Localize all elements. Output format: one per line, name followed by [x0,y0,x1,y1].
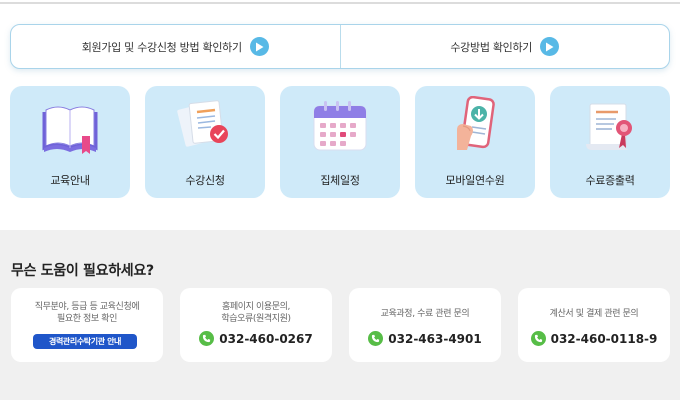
card-group-schedule[interactable]: 집체일정 [280,86,400,198]
card-course-registration[interactable]: 수강신청 [145,86,265,198]
card-label: 수료증출력 [585,174,635,187]
phone-number: 032-463-4901 [388,331,482,346]
certificate-icon [586,103,632,150]
help-desc: 교육과정, 수료 관련 문의 [355,308,495,320]
quick-menu: 교육안내 수강신청 집체일정 모바일연수원 수료증출력 [10,86,671,198]
help-desc: 홈페이지 이용문의, 학습오류(원격지원) [186,301,326,325]
help-desc-line: 계산서 및 결제 관련 문의 [549,309,639,319]
career-agency-guide-button[interactable]: 경력관리수탁기관 안내 [33,334,137,349]
help-card-info: 직무분야, 등급 등 교육신청에 필요한 정보 확인 경력관리수탁기관 안내 [11,288,163,362]
help-section: 무슨 도움이 필요하세요? 직무분야, 등급 등 교육신청에 필요한 정보 확인… [0,230,680,400]
phone-number: 032-460-0267 [219,331,313,346]
help-card-course: 교육과정, 수료 관련 문의 032-463-4901 [349,288,501,362]
document-check-icon [177,100,228,147]
help-desc-line: 홈페이지 이용문의, [222,302,290,312]
phone-icon [368,331,384,346]
top-divider [0,2,680,4]
phone-link[interactable]: 032-463-4901 [349,331,501,346]
phone-icon [530,331,546,346]
help-desc-line: 학습오류(원격지원) [221,314,291,324]
help-title: 무슨 도움이 필요하세요? [11,263,154,279]
help-desc-line: 교육과정, 수료 관련 문의 [380,309,470,319]
guide-bar: 회원가입 및 수강신청 방법 확인하기 수강방법 확인하기 [10,24,670,69]
calendar-icon [313,101,367,151]
mobile-phone-icon [457,96,495,150]
phone-icon [199,331,215,346]
signup-guide-label: 회원가입 및 수강신청 방법 확인하기 [81,40,242,54]
card-mobile-academy[interactable]: 모바일연수원 [415,86,535,198]
play-icon[interactable] [249,37,269,56]
course-guide-label: 수강방법 확인하기 [450,40,533,54]
card-label: 모바일연수원 [445,174,505,187]
phone-number: 032-460-0118-9 [550,331,658,346]
help-desc: 직무분야, 등급 등 교육신청에 필요한 정보 확인 [17,301,157,325]
help-desc-line: 직무분야, 등급 등 교육신청에 [34,302,140,312]
course-guide-link[interactable]: 수강방법 확인하기 [339,25,670,68]
card-label: 수강신청 [185,174,225,187]
card-education-info[interactable]: 교육안내 [10,86,130,198]
phone-link[interactable]: 032-460-0267 [180,331,332,346]
help-cards: 직무분야, 등급 등 교육신청에 필요한 정보 확인 경력관리수탁기관 안내 홈… [11,288,670,362]
card-label: 집체일정 [320,174,360,187]
book-icon [42,106,98,154]
card-label: 교육안내 [50,174,90,187]
help-card-billing: 계산서 및 결제 관련 문의 032-460-0118-9 [518,288,670,362]
help-card-homepage: 홈페이지 이용문의, 학습오류(원격지원) 032-460-0267 [180,288,332,362]
play-icon[interactable] [540,37,560,56]
help-desc-line: 필요한 정보 확인 [56,314,118,324]
card-certificate-print[interactable]: 수료증출력 [550,86,670,198]
help-desc: 계산서 및 결제 관련 문의 [524,308,664,320]
phone-link[interactable]: 032-460-0118-9 [518,331,670,346]
signup-guide-link[interactable]: 회원가입 및 수강신청 방법 확인하기 [11,25,340,68]
